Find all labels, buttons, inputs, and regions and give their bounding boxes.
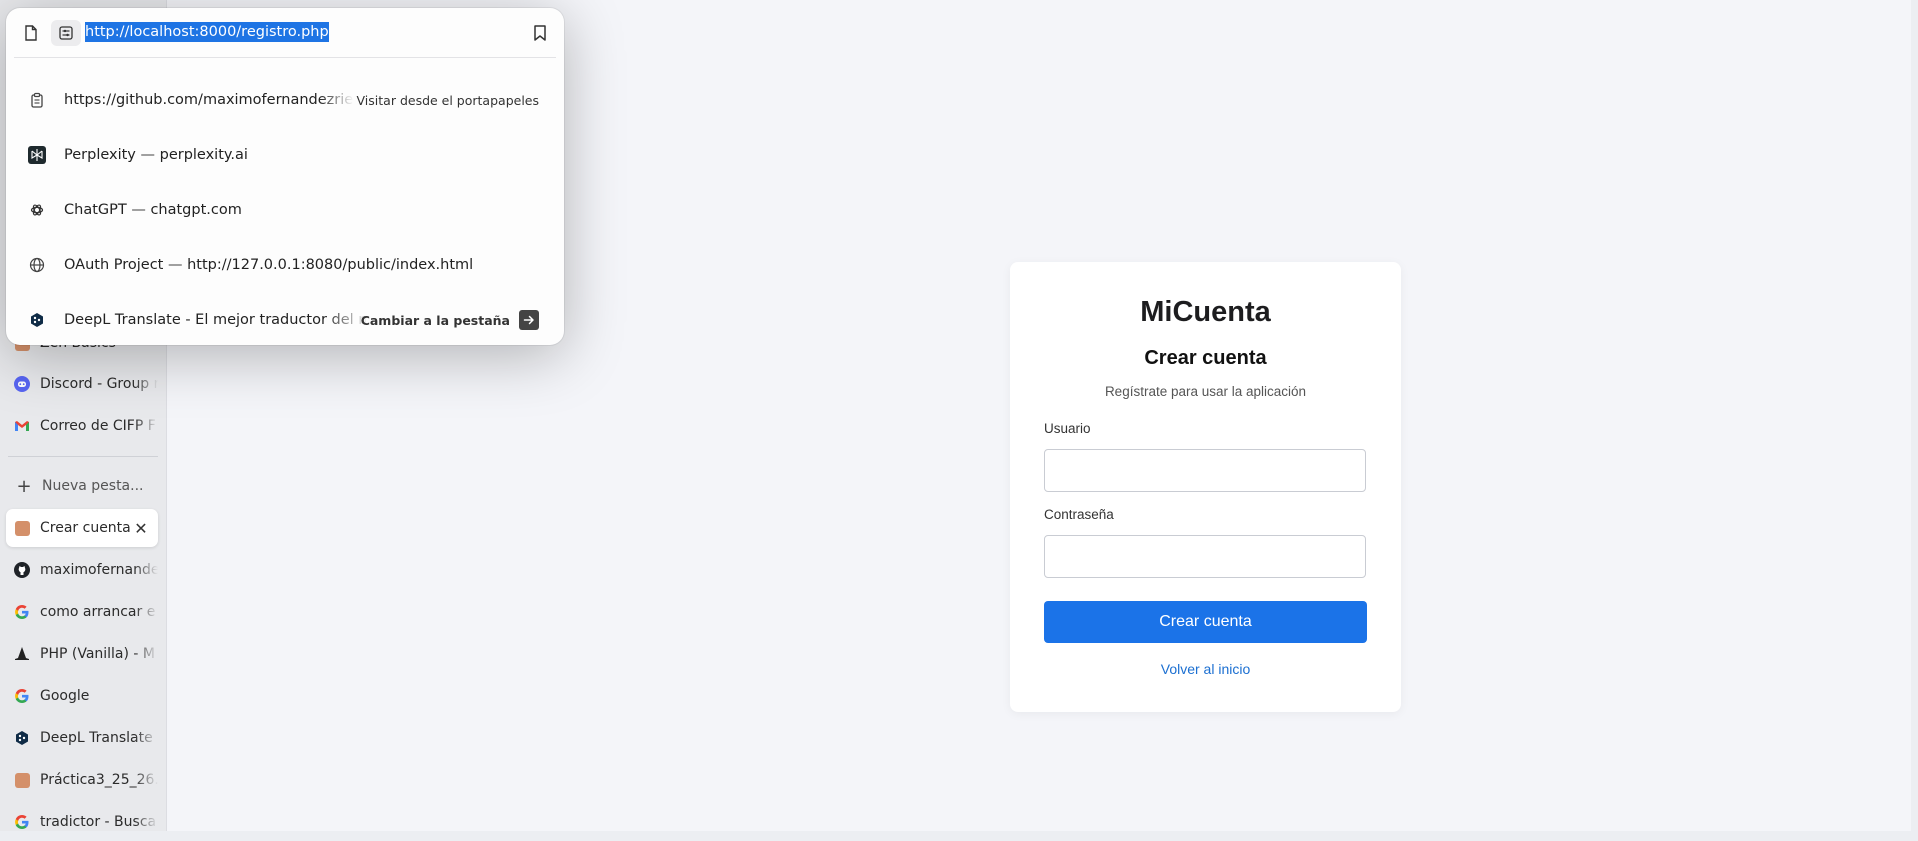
suggestion-title: ChatGPT [64,202,127,218]
perplexity-icon [28,146,46,164]
suggestion-domain: http://127.0.0.1:8080/public/index.html [187,257,474,273]
clipboard-icon [28,91,46,109]
google-icon [14,688,30,704]
sidebar-item-google-search[interactable]: como arrancar e [6,593,158,631]
google-icon [14,814,30,830]
bookmark-icon[interactable] [532,24,548,42]
password-label: Contraseña [1044,507,1114,522]
deepl-icon [14,730,30,746]
sidebar-item-php[interactable]: PHP (Vanilla) - M [6,635,158,673]
page-subtitle: Regístrate para usar la aplicación [1104,384,1307,399]
suggestion-title: https://github.com/maximofernandezrien [64,92,354,108]
sidebar-item-gmail[interactable]: Correo de CIFP F [6,407,158,445]
back-home-link[interactable]: Volver al inicio [1010,661,1401,677]
site-settings-icon[interactable] [51,20,81,46]
url-dropdown: http://localhost:8000/registro.php https… [6,8,564,345]
sidebar-item-label: tradictor - Busca [40,814,157,830]
sidebar-item-label: PHP (Vanilla) - M [40,646,156,662]
globe-icon [28,256,46,274]
username-label: Usuario [1044,421,1091,436]
suggestion-title: Perplexity [64,147,136,163]
suggestion-action: Visitar desde el portapapeles [356,92,539,108]
url-input[interactable]: http://localhost:8000/registro.php [85,22,329,42]
close-icon[interactable]: ✕ [132,519,150,538]
suggestion-perplexity[interactable]: Perplexity — perplexity.ai [6,128,564,182]
suggestion-text: Perplexity — perplexity.ai [64,147,248,163]
sidebar-item-label: Correo de CIFP F [40,418,156,434]
suggestion-text: ChatGPT — chatgpt.com [64,202,242,218]
sidebar-item-google[interactable]: Google [6,677,158,715]
wizard-hat-icon [14,646,30,662]
switch-tab-action[interactable]: Cambiar a la pestaña [361,310,539,330]
suggestion-title: DeepL Translate - El mejor traductor del… [64,312,369,328]
suggestion-chatgpt[interactable]: ChatGPT — chatgpt.com [6,183,564,237]
sidebar-item-practica[interactable]: Práctica3_25_26. [6,761,158,799]
scrollbar[interactable] [1911,0,1918,831]
arrow-right-icon [519,310,539,330]
page-icon [14,772,30,788]
suggestion-domain: perplexity.ai [159,147,248,163]
gmail-icon [14,418,30,434]
suggestion-separator: — [140,147,156,163]
sidebar-item-active-tab[interactable]: Crear cuenta ✕ [6,509,158,547]
sidebar-item-github[interactable]: maximofernande [6,551,158,589]
deepl-icon [28,311,46,329]
register-card: MiCuenta Crear cuenta Regístrate para us… [1010,262,1401,712]
username-field[interactable] [1044,449,1366,492]
suggestion-separator: — [131,202,146,218]
suggestion-separator: — [167,257,183,273]
sidebar-item-tradictor[interactable]: tradictor - Busca [6,803,158,841]
page-title: Crear cuenta [1144,347,1267,369]
sidebar-item-label: como arrancar e [40,604,156,620]
google-icon [14,604,30,620]
sidebar-item-deepl[interactable]: DeepL Translate [6,719,158,757]
sidebar-item-discord[interactable]: Discord - Group r [6,365,158,403]
suggestion-text: OAuth Project — http://127.0.0.1:8080/pu… [64,257,473,273]
plus-icon: + [16,475,32,497]
sidebar-item-label: maximofernande [40,562,158,578]
sidebar-item-label: Crear cuenta [40,520,131,536]
suggestion-deepl[interactable]: DeepL Translate - El mejor traductor del… [6,293,564,347]
new-tab-button[interactable]: + Nueva pesta... [6,467,158,505]
suggestion-domain: chatgpt.com [150,202,242,218]
sidebar-item-label: DeepL Translate [40,730,153,746]
sidebar-item-label: Google [40,688,90,704]
discord-icon [14,376,30,392]
dropdown-divider [14,57,556,58]
suggestion-clipboard[interactable]: https://github.com/maximofernandezrien V… [6,73,564,127]
address-bar[interactable]: http://localhost:8000/registro.php [6,8,564,58]
chatgpt-icon [28,201,46,219]
sidebar-item-label: Discord - Group r [40,376,158,392]
create-account-button[interactable]: Crear cuenta [1044,601,1367,643]
password-field[interactable] [1044,535,1366,578]
new-tab-label: Nueva pesta... [42,478,144,494]
suggestion-title: OAuth Project [64,257,164,273]
brand-title: MiCuenta [1140,296,1271,328]
page-info-icon[interactable] [22,24,40,42]
sidebar-item-label: Práctica3_25_26. [40,772,158,788]
sidebar-divider [8,456,158,457]
page-icon [14,520,30,536]
suggestion-action: Cambiar a la pestaña [360,312,510,328]
github-icon [14,562,30,578]
suggestion-oauth[interactable]: OAuth Project — http://127.0.0.1:8080/pu… [6,238,564,292]
